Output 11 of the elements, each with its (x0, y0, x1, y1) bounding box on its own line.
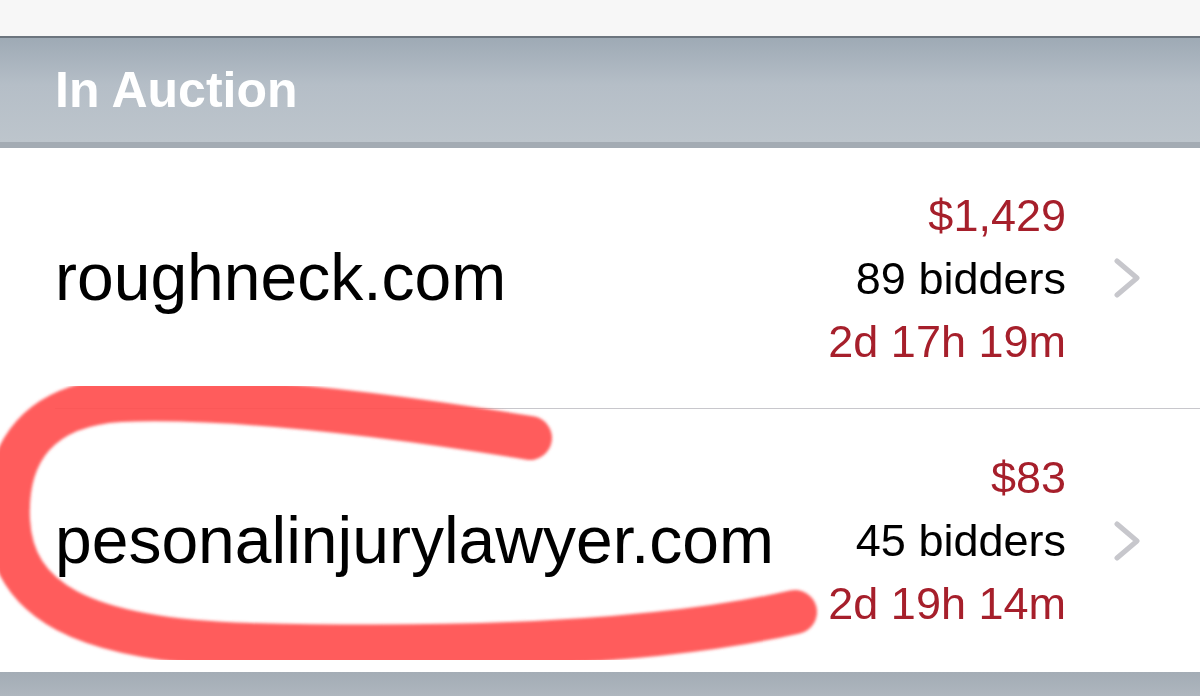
bidder-count: 89 bidders (855, 251, 1066, 306)
chevron-icon (1114, 258, 1140, 298)
current-price: $1,429 (928, 188, 1066, 243)
current-price: $83 (990, 451, 1066, 505)
bidder-count: 45 bidders (855, 514, 1066, 568)
chevron-icon (1114, 520, 1140, 561)
domain-name: roughneck.com (55, 240, 507, 316)
time-remaining: 2d 17h 19m (828, 314, 1066, 369)
time-remaining: 2d 19h 14m (828, 577, 1066, 631)
section-title: In Auction (55, 62, 298, 118)
domain-name: pesonalinjurylawyer.com (55, 502, 774, 579)
